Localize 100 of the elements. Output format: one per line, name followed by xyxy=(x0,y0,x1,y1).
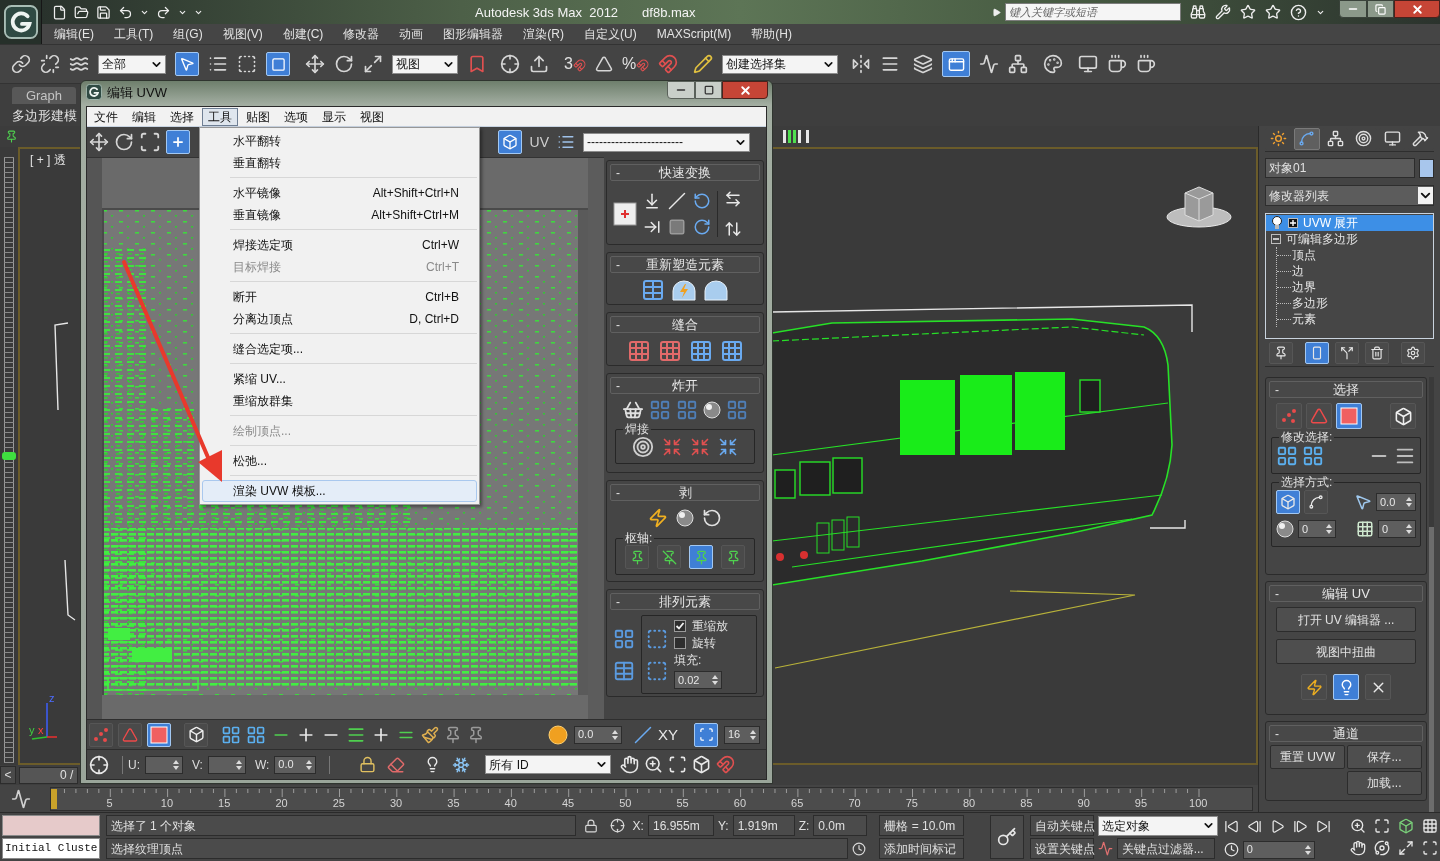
graphite-tools-button[interactable] xyxy=(942,51,971,77)
object-name-field[interactable]: 对象01 xyxy=(1265,158,1415,178)
rotate-left-icon[interactable] xyxy=(693,192,711,210)
menu-item[interactable]: 帮助(H) xyxy=(751,28,792,40)
eraser-icon[interactable] xyxy=(387,755,406,774)
plus-icon[interactable] xyxy=(171,135,185,149)
spinner-arrows-icon[interactable] xyxy=(1325,522,1333,536)
panel-button[interactable]: 打开 UV 编辑器 ... xyxy=(1276,607,1416,632)
rollout-header[interactable]: - 缝合 xyxy=(610,316,760,333)
checkbox[interactable] xyxy=(674,620,686,632)
snap-label[interactable]: % xyxy=(621,56,637,72)
minimize-button[interactable] xyxy=(667,81,695,99)
panel-button[interactable]: 保存... xyxy=(1347,745,1422,769)
lock-icon[interactable] xyxy=(583,818,598,833)
move-icon[interactable] xyxy=(89,132,109,152)
resize-icon[interactable] xyxy=(363,54,383,74)
binoculars-icon[interactable] xyxy=(1190,4,1206,20)
crosshair-icon[interactable] xyxy=(500,54,520,74)
map-dropdown[interactable]: ------------------------ xyxy=(583,132,750,152)
pencil-icon[interactable] xyxy=(693,54,714,74)
spinner-arrows-icon[interactable] xyxy=(1405,522,1413,536)
menu-option[interactable]: 垂直镜像 Alt+Shift+Ctrl+M xyxy=(202,203,477,226)
network-icon[interactable] xyxy=(1008,54,1029,74)
palette-icon[interactable] xyxy=(1043,54,1064,74)
close-button[interactable] xyxy=(1394,0,1440,18)
stack-sub-item[interactable]: 顶点 xyxy=(1291,249,1317,261)
cup-icon[interactable] xyxy=(1107,54,1128,74)
rotate-icon[interactable] xyxy=(114,132,134,152)
menu-item[interactable]: 显示 xyxy=(316,107,352,126)
skip-back-icon[interactable] xyxy=(1223,818,1239,834)
redo-icon[interactable] xyxy=(156,4,171,20)
menu-item[interactable]: 创建(C) xyxy=(282,28,324,40)
grid-icon[interactable] xyxy=(1356,520,1374,538)
dome-lightning-icon[interactable] xyxy=(671,279,697,301)
pin-icon[interactable] xyxy=(1274,345,1288,360)
rotate-icon[interactable] xyxy=(334,54,354,74)
maximize-button[interactable] xyxy=(695,81,722,99)
key-mode-dropdown[interactable]: 选定对象 xyxy=(1097,815,1218,836)
cup-icon[interactable] xyxy=(1136,54,1157,74)
set-key-button[interactable]: 设置关键点 xyxy=(1029,838,1094,859)
viewport-label[interactable]: [ + ] 透 xyxy=(30,154,66,166)
settings-icon[interactable] xyxy=(1406,345,1420,360)
spinner-arrows-icon[interactable] xyxy=(1405,495,1413,509)
collapse-box-icon[interactable] xyxy=(1271,234,1281,244)
maximize-icon[interactable] xyxy=(1374,818,1390,834)
split-icon[interactable] xyxy=(1340,345,1354,360)
stack-sub-item[interactable]: 多边形 xyxy=(1291,297,1329,309)
search-field[interactable]: 键入关键字或短语 xyxy=(1005,3,1181,21)
rollout-header[interactable]: - 排列元素 xyxy=(610,593,760,610)
menu-item[interactable]: 选项 xyxy=(278,107,314,126)
panel-scrollbar[interactable] xyxy=(1429,377,1434,812)
auto-key-button[interactable]: 自动关键点 xyxy=(1029,815,1094,836)
skip-forward-icon[interactable] xyxy=(1315,818,1331,834)
stack-tool-button[interactable] xyxy=(1305,341,1329,364)
monitor-icon[interactable] xyxy=(1383,130,1401,147)
script-input-field[interactable] xyxy=(2,815,100,836)
minimize-button[interactable] xyxy=(1339,0,1367,18)
curve-icon[interactable] xyxy=(1298,130,1316,147)
vertical-arrows-icon[interactable] xyxy=(724,220,742,238)
frame-spinner[interactable]: 0 xyxy=(1242,840,1315,859)
ruler-marker-icon[interactable] xyxy=(2,452,16,460)
menu-option[interactable]: 水平翻转 xyxy=(202,129,477,152)
key-icon[interactable] xyxy=(996,827,1017,847)
list-icon[interactable] xyxy=(208,54,228,74)
pointer-icon[interactable] xyxy=(1354,493,1372,511)
count-spinner[interactable]: 0 xyxy=(1298,520,1336,538)
rollout-header[interactable]: - 重新塑造元素 xyxy=(610,256,760,273)
previous-frame-button[interactable]: < xyxy=(0,766,16,784)
lightbulb-icon[interactable] xyxy=(1271,216,1283,230)
stack-sub-item[interactable]: 元素 xyxy=(1291,313,1317,325)
menu-item[interactable]: 编辑 xyxy=(126,107,162,126)
grid-icon[interactable] xyxy=(688,338,713,363)
menu-item[interactable]: 视图 xyxy=(354,107,390,126)
named-selection-dropdown[interactable]: 创建选择集 xyxy=(722,54,839,74)
hammer-icon[interactable] xyxy=(1412,130,1430,147)
rotate-right-icon[interactable] xyxy=(693,218,711,236)
layout-icon[interactable] xyxy=(221,724,241,745)
close-icon[interactable] xyxy=(738,83,752,97)
star-icon[interactable] xyxy=(1265,4,1281,20)
freeform-button[interactable] xyxy=(166,130,190,154)
v-spinner[interactable] xyxy=(207,755,246,774)
circle-icon[interactable] xyxy=(548,724,568,745)
menu-item[interactable]: 修改器 xyxy=(343,28,380,40)
time-slider-thumb[interactable]: 0 / xyxy=(19,766,78,784)
stack-tool-button[interactable] xyxy=(1401,341,1425,364)
menu-option[interactable]: 水平镜像 Alt+Shift+Ctrl+N xyxy=(202,181,477,204)
dashed-square-icon[interactable] xyxy=(646,627,668,650)
menu-option[interactable]: 垂直翻转 xyxy=(202,151,477,174)
crosshair-icon[interactable] xyxy=(609,818,625,833)
padding-spinner[interactable]: 0.02 xyxy=(674,671,722,689)
w-spinner[interactable]: 0.0 xyxy=(274,755,317,774)
vertical-ruler[interactable] xyxy=(0,147,18,765)
scan-icon[interactable] xyxy=(139,131,161,153)
id-filter-dropdown[interactable]: 所有 ID xyxy=(485,755,612,774)
time-tag-button[interactable]: 添加时间标记 xyxy=(879,838,965,859)
caret-icon[interactable] xyxy=(1418,187,1433,204)
pivot-box-icon[interactable] xyxy=(613,202,637,226)
table-icon[interactable] xyxy=(641,278,665,302)
close-button[interactable] xyxy=(722,81,768,99)
menu-option[interactable]: 重缩放群集 xyxy=(202,389,477,412)
